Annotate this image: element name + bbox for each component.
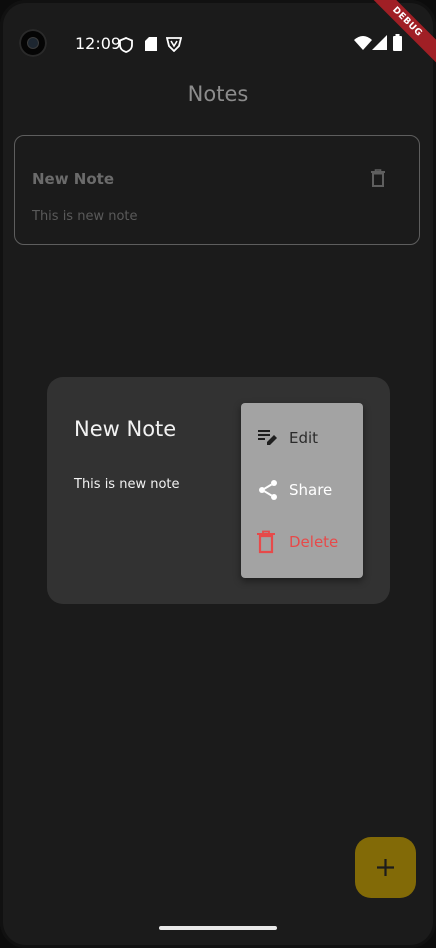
signal-icon [372,35,387,50]
trash-icon[interactable] [371,169,385,187]
share-icon [259,480,277,500]
trash-icon [257,530,275,554]
shield-icon [119,37,133,53]
dialog-title: New Note [74,417,177,441]
menu-item-delete-label: Delete [289,533,339,551]
menu-item-edit-label: Edit [289,429,319,447]
sd-card-icon [145,37,157,51]
menu-item-edit[interactable]: Edit [241,416,363,460]
plus-icon [377,859,394,876]
menu-item-share[interactable]: Share [241,468,363,512]
add-note-button[interactable] [355,837,416,898]
home-indicator[interactable] [159,926,277,930]
status-bar: 12:09 [0,26,436,62]
vpn-shield-icon [166,37,182,52]
note-card-title: New Note [32,170,115,188]
dialog-body: This is new note [74,477,180,492]
front-camera [19,29,47,57]
page-title: Notes [187,82,249,106]
wifi-icon [354,36,372,50]
phone-screen: 12:09 DEBUG Notes New Note This is new n… [0,0,436,948]
note-card[interactable]: New Note This is new note [14,135,420,245]
status-time: 12:09 [75,34,122,53]
battery-icon [393,34,402,51]
note-card-body: This is new note [32,209,138,224]
menu-item-delete[interactable]: Delete [241,520,363,564]
context-menu: Edit Share Delete [241,403,363,578]
edit-note-icon [258,430,277,445]
menu-item-share-label: Share [289,481,333,499]
